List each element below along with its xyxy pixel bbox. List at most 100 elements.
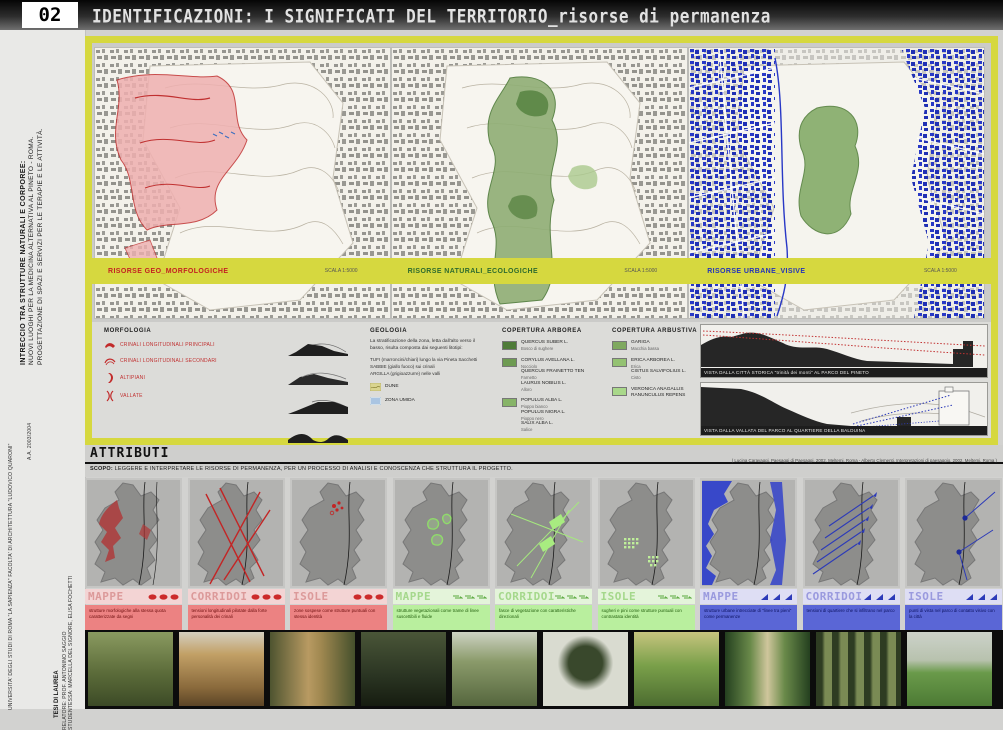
attributi-heading: ATTRIBUTI	[90, 446, 169, 461]
left-sidebar: UNIVERSITA' DEGLI STUDI DI ROMA "LA SAPI…	[0, 30, 86, 709]
profile-crinale-principale	[288, 338, 348, 358]
photo-pine-alley	[725, 632, 810, 706]
section-view-top: VISTA DALLA CITTÀ STORICA "trinità dei m…	[700, 324, 988, 378]
geologia-strato-tufi: TUFI (marroncini/chiari) lungo la via Pi…	[370, 356, 488, 363]
species-common: Cisto	[631, 375, 686, 381]
arbustiva-swatch-2	[612, 358, 627, 367]
label-word: MAPPE	[88, 590, 124, 603]
header-bar: 02 IDENTIFICAZIONI: I SIGNIFICATI DEL TE…	[0, 0, 1003, 30]
species-name: VERONICA ANAGALLIS	[631, 387, 685, 393]
green-dash-icons	[453, 594, 487, 600]
geologia-intro: La stratificazione della zona, letta dal…	[370, 339, 488, 352]
section-bottom-caption: VISTA DALLA VALLATA DEL PARCO AL QUARTIE…	[701, 426, 987, 435]
arbustiva-group-3: VERONICA ANAGALLIS RANUNCULUS REPENS	[612, 387, 712, 399]
profile-altipiano	[288, 396, 348, 416]
label-blue-isole: ISOLE punti di vista nel parco di contat…	[905, 589, 1002, 630]
profile-vallata	[288, 425, 348, 445]
legend-label: CRINALI LONGITUDINALI SECONDARI	[120, 358, 217, 364]
arbustiva-swatch-1	[612, 341, 627, 350]
credits-block: RELATORE: PROF. ANTONINO SAGGIO STUDENTE…	[62, 575, 74, 730]
thumb-green-mappe	[393, 478, 490, 588]
arbustiva-group-2: ERICA ARBOREA L. Erica CISTUS SALVIFOLIU…	[612, 358, 712, 381]
zona-umida-icon	[370, 397, 381, 405]
label-word: ISOLE	[908, 590, 944, 603]
analysis-thumbnails	[85, 478, 1003, 588]
species-common: Alloro	[521, 387, 584, 393]
species-name: RANUNCULUS REPENS	[631, 393, 685, 399]
label-desc: strutture urbane intrecciate di "linee t…	[700, 605, 797, 630]
map-scale-geo: SCALA 1:5000	[325, 268, 358, 274]
dune-label: DUNE	[385, 384, 399, 390]
university-credit: UNIVERSITA' DEGLI STUDI DI ROMA "LA SAPI…	[8, 443, 14, 710]
thumb-blue-corridoi	[803, 478, 900, 588]
photo-meadow	[634, 632, 719, 706]
altipiani-icon	[104, 372, 116, 384]
label-blue-mappe: MAPPE strutture urbane intrecciate di "l…	[700, 589, 797, 630]
label-word: ISOLE	[293, 590, 329, 603]
red-ellipse-icons	[251, 594, 282, 600]
arbustiva-group-1: GARIGA Macchia bassa	[612, 340, 712, 352]
legend-item-zona-umida: ZONA UMIDA	[370, 397, 488, 405]
legend-arborea: COPERTURA ARBOREA QUERCUS SUBER L. Bosco…	[502, 328, 604, 433]
species-name: POPULUS NIGRA L.	[521, 410, 566, 416]
label-green-corridoi: CORRIDOI fasce di vegetazione con caratt…	[495, 589, 592, 630]
zona-umida-label: ZONA UMIDA	[385, 398, 415, 404]
thumb-green-corridoi	[495, 478, 592, 588]
photo-pine-trunks	[816, 632, 901, 706]
red-ellipse-icons	[148, 594, 179, 600]
attribute-labels-row: MAPPE strutture morfologiche alla stessa…	[85, 589, 1003, 630]
label-desc: strutture morfologiche alla stessa quota…	[85, 605, 182, 630]
arborea-group-3: POPULUS ALBA L. Pioppo bianco POPULUS NI…	[502, 398, 604, 433]
profile-crinale-secondario	[288, 367, 348, 387]
scopo-text: LEGGERE E INTERPRETARE LE RISORSE DI PER…	[115, 466, 513, 472]
geologia-strato-sabbie: SABBIE (giallo fuoco) sui crinali	[370, 363, 488, 370]
scopo-label: SCOPO:	[90, 466, 113, 472]
legend-arbustiva: COPERTURA ARBUSTIVA GARIGA Macchia bassa…	[612, 328, 712, 399]
crinali-secondari-icon	[104, 356, 116, 366]
thesis-label: TESI DI LAUREA	[54, 670, 60, 718]
red-ellipse-icons	[353, 594, 384, 600]
label-blue-corridoi: CORRIDOI tensioni di quartiere che si in…	[803, 589, 900, 630]
label-red-mappe: MAPPE strutture morfologiche alla stessa…	[85, 589, 182, 630]
legend-morfologia-title: MORFOLOGIA	[104, 328, 276, 334]
arborea-group-1: QUERCUS SUBER L. Bosco di sughere	[502, 340, 604, 352]
label-word: ISOLE	[601, 590, 637, 603]
map-scale-naturali: SCALA 1:5000	[624, 268, 657, 274]
label-desc: strutture vegetazionali come trame di li…	[393, 605, 490, 630]
section-top-caption: VISTA DALLA CITTÀ STORICA "trinità dei m…	[701, 368, 987, 377]
academic-year: A.A. 2003/2004	[27, 423, 33, 460]
map-label-urbane: RISORSE URBANE_VISIVE	[707, 268, 805, 275]
label-word: CORRIDOI	[498, 590, 555, 603]
arborea-swatch-1	[502, 341, 517, 350]
photo-lone-tree	[543, 632, 628, 706]
label-desc: tensioni longitudinali pilotate dalla fo…	[188, 605, 285, 630]
arborea-swatch-3	[502, 398, 517, 407]
thumb-green-isole	[598, 478, 695, 588]
map-label-naturali: RISORSE NATURALI_ECOLOGICHE	[408, 268, 538, 275]
legend-item-crinali-principali: CRINALI LONGITUDINALI PRINCIPALI	[104, 340, 276, 350]
photo-scrub-field	[88, 632, 173, 706]
geologia-strato-argilla: ARGILLA (grigioazzurre) nelle valli	[370, 370, 488, 377]
species-common: Salice	[521, 427, 566, 433]
map-label-cell-1: RISORSE GEO_MORFOLOGICHE SCALA 1:5000	[92, 258, 392, 284]
project-subtitle-1: NUOVI LUOGHI PER LA MEDICINA ALTERNATIVA…	[27, 128, 36, 365]
legend-item-altipiani: ALTIPIANI	[104, 372, 276, 384]
vallate-icon	[104, 390, 116, 402]
bibliography-citation: ( Lucina Caravaggi, Paesaggi di Paesaggi…	[732, 458, 997, 463]
photo-dirt-path	[270, 632, 355, 706]
label-desc: sugheri e pini come strutture puntuali c…	[598, 605, 695, 630]
page-title: IDENTIFICAZIONI: I SIGNIFICATI DEL TERRI…	[92, 5, 771, 27]
species-common: Macchia bassa	[631, 346, 659, 352]
project-title: INTRECCIO TRA STRUTTURE NATURALI E CORPO…	[20, 128, 27, 365]
legend-item-crinali-secondari: CRINALI LONGITUDINALI SECONDARI	[104, 356, 276, 366]
legend-item-dune: DUNE	[370, 383, 488, 391]
label-word: CORRIDOI	[806, 590, 863, 603]
dune-icon	[370, 383, 381, 391]
photo-olive-grove	[452, 632, 537, 706]
map-label-band: RISORSE GEO_MORFOLOGICHE SCALA 1:5000 RI…	[92, 258, 991, 284]
student-credit: STUDENTESSA: MARCELLA DEL SIGNORE, ELISA…	[68, 575, 74, 730]
map-label-cell-2: RISORSE NATURALI_ECOLOGICHE SCALA 1:5000	[392, 258, 692, 284]
crinali-principali-icon	[104, 340, 116, 350]
legend-arbustiva-title: COPERTURA ARBUSTIVA	[612, 328, 712, 334]
legend-label: CRINALI LONGITUDINALI PRINCIPALI	[120, 342, 215, 348]
